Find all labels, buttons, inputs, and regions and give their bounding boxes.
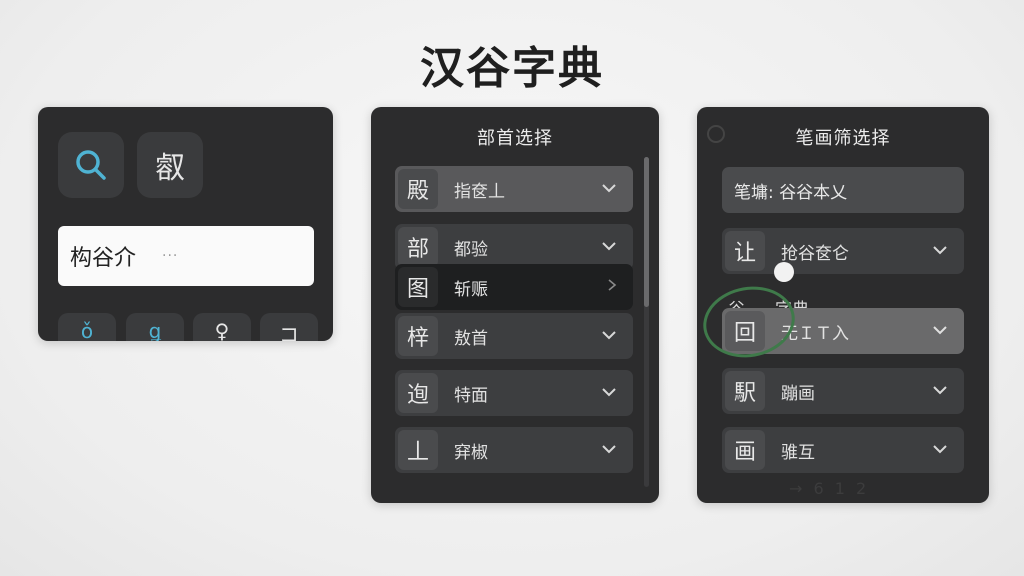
user-icon: ♀ bbox=[214, 319, 230, 341]
stroke-count-field[interactable]: 笔墉: 谷谷本乂 bbox=[722, 167, 964, 213]
chevron-down-icon bbox=[932, 243, 948, 259]
radical-scrollbar[interactable] bbox=[644, 157, 649, 487]
stroke-glyph: 画 bbox=[725, 430, 765, 470]
chevron-down-icon bbox=[601, 385, 617, 401]
app-title: 汉谷字典 bbox=[420, 43, 604, 94]
radical-label: 斩赈 bbox=[454, 279, 488, 300]
radical-label: 都验 bbox=[454, 239, 488, 260]
radical-glyph: 部 bbox=[398, 227, 438, 267]
stroke-label: 无ＩＴ入 bbox=[781, 323, 849, 344]
radical-glyph: 殿 bbox=[398, 169, 438, 209]
scrollbar-thumb[interactable] bbox=[644, 157, 649, 307]
search-panel: 㕡 构谷介 ··· ǒ ǥ ♀ コ bbox=[38, 107, 333, 341]
chevron-right-icon bbox=[607, 278, 617, 296]
search-input-suffix: ··· bbox=[162, 248, 179, 264]
stroke-label: 骓互 bbox=[781, 442, 815, 463]
radical-glyph: 图 bbox=[398, 267, 438, 307]
stroke-label: 蹦画 bbox=[781, 383, 815, 404]
chevron-down-icon bbox=[932, 323, 948, 339]
stroke-row[interactable]: 駅 蹦画 bbox=[722, 368, 964, 414]
stroke-glyph: 让 bbox=[725, 231, 765, 271]
radical-icon: ǥ bbox=[148, 319, 162, 341]
tab-pinyin[interactable]: ǒ bbox=[58, 313, 116, 341]
touch-indicator bbox=[774, 262, 794, 282]
chevron-down-icon bbox=[601, 239, 617, 255]
tab-user[interactable]: ♀ bbox=[193, 313, 251, 341]
radical-panel: 部首选择 殿 指奁丄 部 都验 图 斩赈 梓 敖首 迿 特面 丄 穽椒 bbox=[371, 107, 659, 503]
stroke-label: 抢谷奁仑 bbox=[781, 243, 849, 264]
panel-footer: → 6 1 2 bbox=[789, 479, 870, 498]
radical-label: 指奁丄 bbox=[454, 181, 505, 202]
chevron-down-icon bbox=[601, 181, 617, 197]
radical-row[interactable]: 殿 指奁丄 bbox=[395, 166, 633, 212]
radical-row[interactable]: 迿 特面 bbox=[395, 370, 633, 416]
radical-label: 敖首 bbox=[454, 328, 488, 349]
handwriting-glyph-icon: 㕡 bbox=[155, 151, 185, 186]
radical-panel-title: 部首选择 bbox=[477, 128, 553, 149]
stroke-row[interactable]: 画 骓互 bbox=[722, 427, 964, 473]
stroke-filter-panel: 笔画筛选择 笔墉: 谷谷本乂 让 抢谷奁仑 谷 字典 回 无ＩＴ入 駅 蹦画 画… bbox=[697, 107, 989, 503]
radical-glyph: 梓 bbox=[398, 316, 438, 356]
stroke-row[interactable]: 让 抢谷奁仑 bbox=[722, 228, 964, 274]
radical-row[interactable]: 梓 敖首 bbox=[395, 313, 633, 359]
search-icon bbox=[76, 150, 106, 180]
search-button[interactable] bbox=[58, 132, 124, 198]
handwriting-input-button[interactable]: 㕡 bbox=[137, 132, 203, 198]
radical-glyph: 丄 bbox=[398, 430, 438, 470]
bookmark-icon: コ bbox=[279, 323, 299, 341]
chevron-down-icon bbox=[932, 383, 948, 399]
radical-glyph: 迿 bbox=[398, 373, 438, 413]
pinyin-icon: ǒ bbox=[80, 319, 94, 341]
tab-radical[interactable]: ǥ bbox=[126, 313, 184, 341]
radical-label: 穽椒 bbox=[454, 442, 488, 463]
stroke-panel-title: 笔画筛选择 bbox=[795, 128, 891, 149]
stroke-glyph: 駅 bbox=[725, 371, 765, 411]
search-input[interactable]: 构谷介 ··· bbox=[58, 226, 314, 286]
radical-label: 特面 bbox=[454, 385, 488, 406]
chevron-down-icon bbox=[932, 442, 948, 458]
chevron-down-icon bbox=[601, 442, 617, 458]
tab-bookmark[interactable]: コ bbox=[260, 313, 318, 341]
radical-row[interactable]: 丄 穽椒 bbox=[395, 427, 633, 473]
chevron-down-icon bbox=[601, 328, 617, 344]
radical-submenu-item[interactable]: 图 斩赈 bbox=[395, 264, 633, 310]
search-input-value: 构谷介 bbox=[70, 246, 137, 271]
